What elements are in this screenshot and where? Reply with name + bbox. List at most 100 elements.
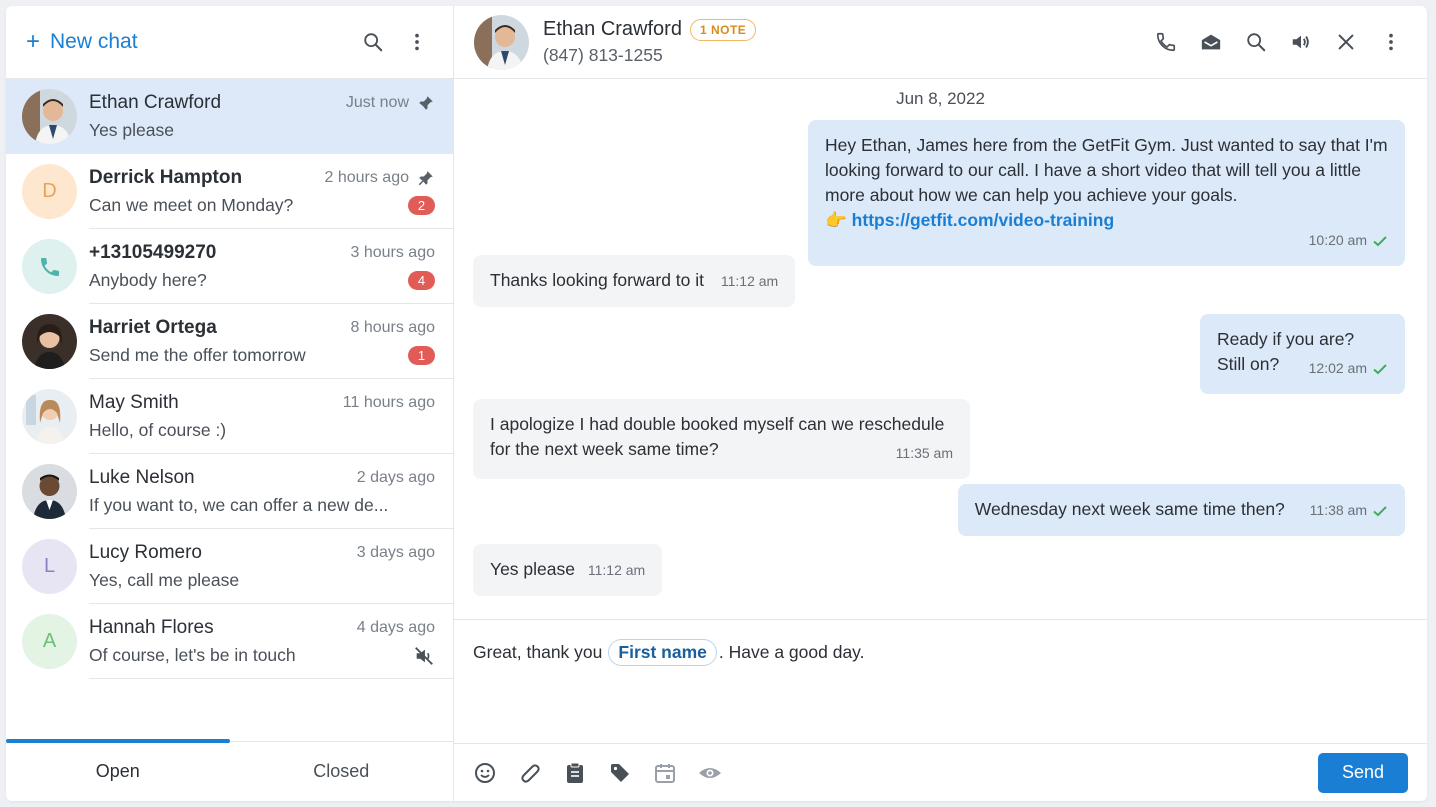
message-time: 12:02 am — [1308, 360, 1367, 376]
message-link[interactable]: https://getfit.com/video-training — [852, 210, 1115, 230]
chat-sidebar: + New chat Ethan Crawford Just now Yes p… — [6, 6, 454, 801]
chat-preview: Can we meet on Monday? — [89, 195, 294, 215]
chat-time: 2 days ago — [356, 469, 435, 486]
avatar — [22, 89, 77, 144]
check-icon — [1373, 235, 1387, 246]
message-bubble-incoming: I apologize I had double booked myself c… — [473, 399, 970, 479]
message-text-line: Ready if you are? — [1217, 329, 1355, 349]
chat-status-tabs: Open Closed — [6, 739, 454, 801]
chat-time: 2 hours ago — [324, 169, 409, 186]
note-badge[interactable]: 1 NOTE — [689, 18, 757, 41]
contact-name: Harriet Ortega — [89, 317, 217, 338]
chat-time: 3 days ago — [356, 544, 435, 561]
chat-item-body: +13105499270 3 hours ago Anybody here? 4 — [89, 242, 453, 291]
emoji-icon[interactable] — [473, 761, 497, 785]
chat-item-body: Harriet Ortega 8 hours ago Send me the o… — [89, 317, 453, 366]
chat-list-item[interactable]: Harriet Ortega 8 hours ago Send me the o… — [6, 304, 453, 379]
avatar[interactable] — [474, 14, 529, 70]
unread-badge: 4 — [408, 271, 435, 290]
message-text: Hey Ethan, James here from the GetFit Gy… — [825, 135, 1388, 205]
composer-text: . Have a good day. — [718, 642, 865, 662]
search-icon[interactable] — [1240, 26, 1272, 58]
message-text: Wednesday next week same time then? — [974, 499, 1285, 519]
message-time: 11:12 am — [720, 273, 779, 289]
chat-list: Ethan Crawford Just now Yes please D Der… — [6, 79, 453, 679]
chat-time: 4 days ago — [356, 618, 435, 636]
contact-name: Hannah Flores — [89, 616, 214, 638]
new-chat-label: New chat — [50, 30, 138, 53]
message-composer[interactable]: Great, thank you First name. Have a good … — [454, 619, 1427, 743]
message-time: 11:12 am — [587, 562, 646, 578]
check-icon — [1373, 363, 1387, 374]
avatar — [22, 464, 77, 519]
first-name-token[interactable]: First name — [608, 639, 717, 666]
chat-time: 3 hours ago — [350, 244, 435, 261]
message-bubble-incoming: Yes please 11:12 am — [473, 544, 663, 596]
more-vertical-icon[interactable] — [1375, 26, 1407, 58]
avatar: A — [22, 614, 77, 669]
unread-badge: 2 — [408, 196, 435, 215]
clipboard-icon[interactable] — [563, 761, 587, 785]
close-icon[interactable] — [1330, 26, 1362, 58]
phone-icon — [40, 257, 59, 276]
sidebar-header: + New chat — [6, 6, 453, 79]
chat-app: + New chat Ethan Crawford Just now Yes p… — [6, 6, 1427, 801]
avatar: L — [22, 539, 77, 594]
message-time: 11:35 am — [895, 445, 953, 461]
chat-list-item[interactable]: D Derrick Hampton 2 hours ago Can we mee… — [6, 154, 453, 229]
chat-list-item[interactable]: +13105499270 3 hours ago Anybody here? 4 — [6, 229, 453, 304]
chat-item-body: Derrick Hampton 2 hours ago Can we meet … — [89, 167, 453, 216]
message-bubble-outgoing: Hey Ethan, James here from the GetFit Gy… — [808, 120, 1405, 266]
header-actions — [1150, 26, 1407, 58]
preview-eye-icon[interactable] — [698, 761, 722, 785]
chat-list-item[interactable]: L Lucy Romero 3 days ago Yes, call me pl… — [6, 529, 453, 604]
conversation-header: Ethan Crawford 1 NOTE (847) 813-1255 — [454, 6, 1427, 79]
avatar — [22, 314, 77, 369]
tab-open[interactable]: Open — [6, 739, 230, 801]
message-text-line: Still on? — [1217, 354, 1280, 374]
volume-icon[interactable] — [1285, 26, 1317, 58]
date-separator: Jun 8, 2022 — [896, 89, 985, 108]
tab-closed[interactable]: Closed — [230, 742, 454, 801]
chat-preview: If you want to, we can offer a new de... — [89, 495, 389, 515]
unread-badge: 1 — [408, 346, 435, 365]
email-icon[interactable] — [1195, 26, 1227, 58]
chat-item-body: Ethan Crawford Just now Yes please — [89, 92, 453, 141]
chat-item-body: Lucy Romero 3 days ago Yes, call me plea… — [89, 542, 453, 591]
pin-icon[interactable] — [417, 94, 435, 112]
pin-icon[interactable] — [417, 169, 435, 187]
contact-name: +13105499270 — [89, 242, 217, 263]
contact-name: Ethan Crawford — [543, 18, 682, 40]
conversation-panel: Ethan Crawford 1 NOTE (847) 813-1255 Jun… — [454, 6, 1427, 801]
plus-icon: + — [26, 28, 41, 55]
chat-list-item[interactable]: Luke Nelson 2 days ago If you want to, w… — [6, 454, 453, 529]
chat-list-item[interactable]: Ethan Crawford Just now Yes please — [6, 79, 453, 154]
contact-phone: (847) 813-1255 — [543, 45, 663, 65]
message-bubble-outgoing: Wednesday next week same time then? 11:3… — [957, 484, 1405, 536]
contact-name: Luke Nelson — [89, 467, 195, 488]
attachment-icon[interactable] — [518, 761, 542, 785]
chat-preview: Send me the offer tomorrow — [89, 345, 306, 365]
contact-name: May Smith — [89, 392, 179, 413]
tag-icon[interactable] — [608, 761, 632, 785]
new-chat-button[interactable]: + New chat — [26, 30, 138, 54]
call-icon[interactable] — [1150, 26, 1182, 58]
message-bubble-outgoing: Ready if you are? Still on? 12:02 am — [1200, 314, 1405, 394]
chat-item-body: May Smith 11 hours ago Hello, of course … — [89, 392, 453, 441]
search-icon[interactable] — [357, 26, 389, 58]
message-bubble-incoming: Thanks looking forward to it 11:12 am — [473, 255, 796, 307]
calendar-icon[interactable] — [653, 761, 677, 785]
chat-preview: Hello, of course :) — [89, 420, 227, 440]
avatar: D — [22, 164, 77, 219]
chat-list-item[interactable]: May Smith 11 hours ago Hello, of course … — [6, 379, 453, 454]
chat-item-body: Hannah Flores 4 days ago Of course, let'… — [89, 617, 453, 667]
check-icon — [1373, 505, 1387, 516]
send-button[interactable]: Send — [1318, 752, 1408, 793]
composer-toolbar: Send — [454, 743, 1427, 801]
message-text-line: I apologize I had double booked myself c… — [490, 414, 945, 434]
chat-list-item[interactable]: A Hannah Flores 4 days ago Of course, le… — [6, 604, 453, 679]
message-time: 11:38 am — [1309, 502, 1367, 518]
muted-speaker-icon — [415, 646, 433, 665]
more-vertical-icon[interactable] — [401, 26, 433, 58]
chat-preview: Yes please — [89, 120, 174, 140]
